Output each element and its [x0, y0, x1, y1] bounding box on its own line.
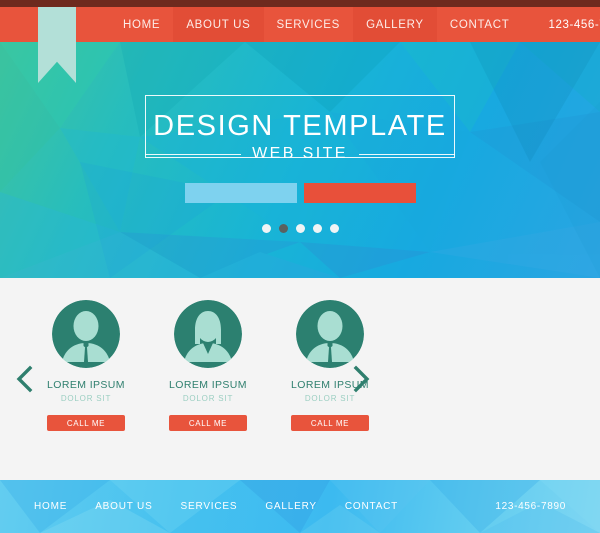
footer-item-contact[interactable]: CONTACT: [345, 501, 398, 512]
carousel-dot-3[interactable]: [295, 224, 305, 233]
team-card-subtitle: DOLOR SIT: [182, 394, 234, 403]
user-male-tie-avatar-icon: [296, 300, 364, 368]
call-me-button[interactable]: CALL ME: [169, 415, 247, 431]
footer-item-about-us[interactable]: ABOUT US: [95, 501, 152, 512]
team-card-name: LOREM IPSUM: [291, 379, 369, 391]
carousel-dot-5[interactable]: [329, 224, 339, 233]
team-card: LOREM IPSUM DOLOR SIT CALL ME: [40, 300, 132, 431]
footer-item-gallery[interactable]: GALLERY: [265, 501, 317, 512]
team-card-name: LOREM IPSUM: [169, 379, 247, 391]
team-card-name: LOREM IPSUM: [47, 379, 125, 391]
footer-item-services[interactable]: SERVICES: [181, 501, 238, 512]
team-card: LOREM IPSUM DOLOR SIT CALL ME: [284, 300, 376, 431]
hero-subtitle: WEB SITE: [252, 145, 348, 162]
hero-subtitle-row: WEB SITE: [145, 145, 455, 163]
team-section: LOREM IPSUM DOLOR SIT CALL ME LOREM IPSU…: [0, 278, 600, 480]
carousel-dot-1[interactable]: [261, 224, 271, 233]
chevron-left-icon[interactable]: [14, 365, 36, 393]
user-male-tie-avatar-icon: [52, 300, 120, 368]
team-card-subtitle: DOLOR SIT: [304, 394, 356, 403]
hero-banner: DESIGN TEMPLATE WEB SITE: [0, 42, 600, 278]
carousel-dot-2[interactable]: [278, 224, 288, 233]
main-navigation: HOME ABOUT US SERVICES GALLERY CONTACT 1…: [0, 7, 600, 42]
team-card: LOREM IPSUM DOLOR SIT CALL ME: [162, 300, 254, 431]
footer-phone-number[interactable]: 123-456-7890: [495, 501, 566, 512]
site-footer: HOME ABOUT US SERVICES GALLERY CONTACT 1…: [0, 480, 600, 533]
hero-secondary-button[interactable]: [303, 183, 416, 203]
nav-item-contact[interactable]: CONTACT: [437, 7, 523, 42]
nav-phone-number[interactable]: 123-456-7890: [548, 7, 600, 42]
subtitle-rule-left: [145, 153, 242, 155]
nav-item-home[interactable]: HOME: [110, 7, 173, 42]
carousel-dot-4[interactable]: [312, 224, 322, 233]
call-me-button[interactable]: CALL ME: [47, 415, 125, 431]
hero-title: DESIGN TEMPLATE: [153, 110, 447, 142]
nav-item-about-us[interactable]: ABOUT US: [173, 7, 264, 42]
hero-primary-button[interactable]: [184, 183, 297, 203]
hero-button-group: [184, 183, 416, 203]
page-root: HOME ABOUT US SERVICES GALLERY CONTACT 1…: [0, 0, 600, 533]
user-female-avatar-icon: [174, 300, 242, 368]
call-me-button[interactable]: CALL ME: [291, 415, 369, 431]
top-accent-strip: [0, 0, 600, 7]
carousel-dots: [261, 224, 339, 233]
team-card-list: LOREM IPSUM DOLOR SIT CALL ME LOREM IPSU…: [40, 300, 376, 431]
team-card-subtitle: DOLOR SIT: [60, 394, 112, 403]
footer-item-home[interactable]: HOME: [34, 501, 67, 512]
nav-item-services[interactable]: SERVICES: [264, 7, 354, 42]
nav-item-gallery[interactable]: GALLERY: [353, 7, 437, 42]
subtitle-rule-right: [358, 153, 455, 155]
footer-content: HOME ABOUT US SERVICES GALLERY CONTACT 1…: [0, 480, 600, 533]
hero-content: DESIGN TEMPLATE WEB SITE: [0, 42, 600, 278]
